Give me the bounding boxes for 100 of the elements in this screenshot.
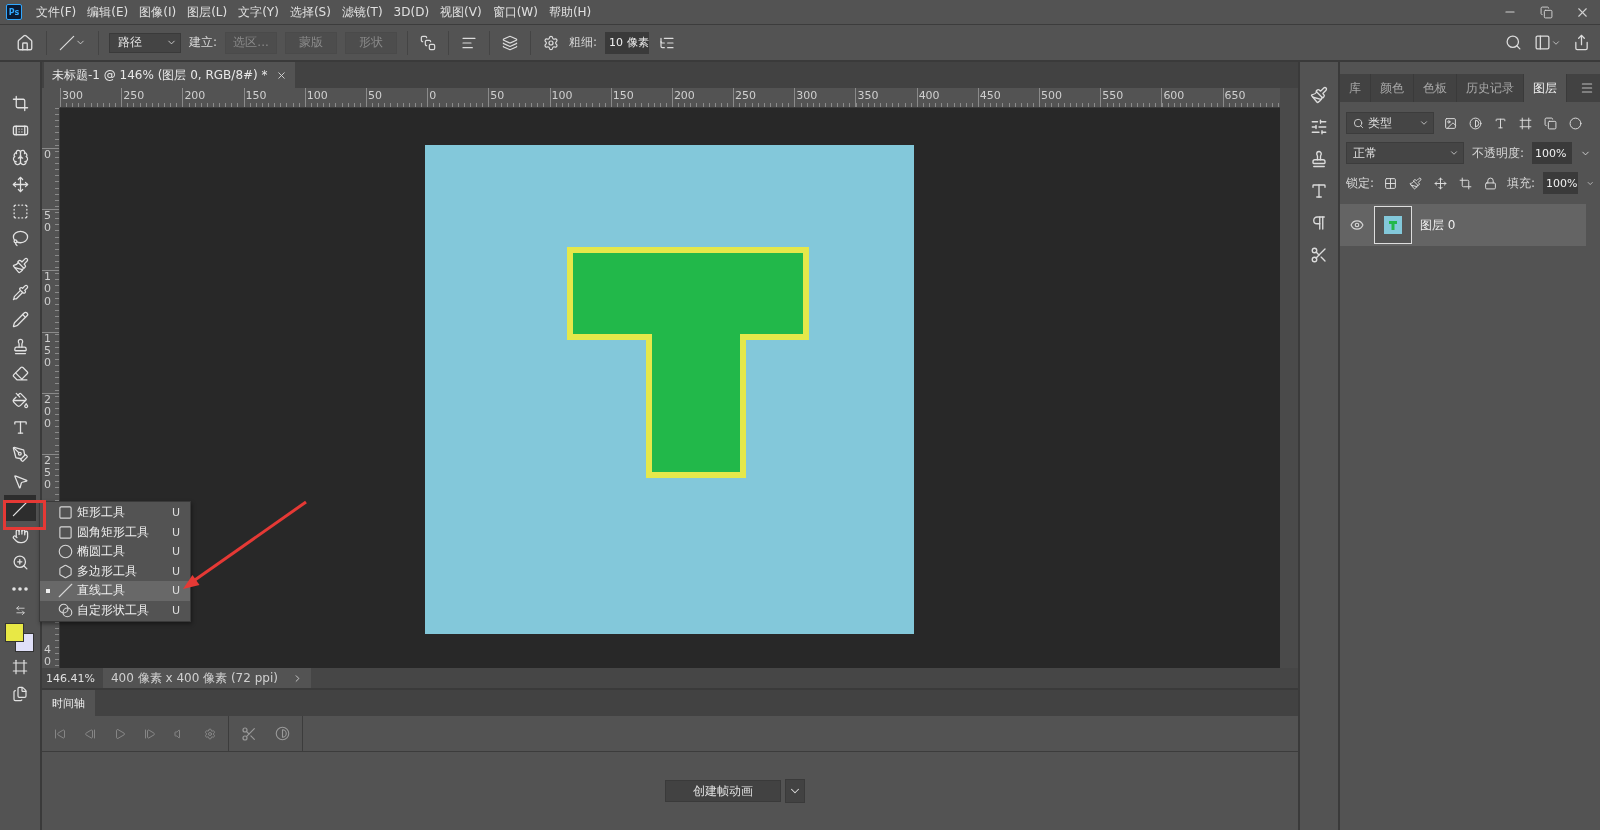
fill-field[interactable]: 100% (1543, 172, 1578, 194)
ruler-label: 250 (734, 88, 757, 104)
ruler-label: 200 (44, 393, 51, 431)
fill-label: 填充: (1507, 174, 1536, 192)
ruler-label: 200 (183, 88, 206, 104)
panel-icon[interactable] (1534, 34, 1551, 51)
pen-icon[interactable] (11, 445, 29, 463)
pencil-icon[interactable] (11, 310, 29, 328)
search-icon[interactable] (1353, 117, 1364, 129)
ruler-label: 0 (44, 149, 51, 162)
app-logo: Ps (6, 4, 22, 20)
color-swatches[interactable] (5, 623, 35, 653)
create-frame-animation-button[interactable]: 创建帧动画 (665, 780, 781, 802)
ruler-label: 250 (44, 454, 51, 492)
layer-thumbnail (1384, 216, 1402, 234)
shortcut-key: U (171, 584, 180, 598)
menu-item[interactable]: 编辑(E) (87, 3, 129, 21)
blend-mode-select[interactable]: 正常 (1346, 142, 1464, 164)
brush-icon[interactable] (11, 256, 29, 274)
panel-tab[interactable]: 图层 (1524, 74, 1567, 102)
menu-item[interactable]: 图层(L) (187, 3, 228, 21)
ruler-label: 650 (1223, 88, 1246, 104)
ruler-label: 300 (61, 88, 83, 104)
blend-mode-value: 正常 (1353, 144, 1377, 162)
layer-name: 图层 0 (1420, 216, 1456, 234)
pointer-icon[interactable] (11, 472, 29, 490)
ruler-label: 100 (305, 88, 328, 104)
menu-item[interactable]: 选择(S) (289, 3, 331, 21)
menu-item[interactable]: 滤镜(T) (341, 3, 383, 21)
opacity-field[interactable]: 100% (1532, 142, 1573, 164)
restore-icon[interactable] (1539, 5, 1553, 19)
paint-bucket-icon[interactable] (11, 391, 29, 409)
shortcut-key: U (171, 564, 180, 578)
close-icon[interactable] (275, 69, 287, 81)
document-tab[interactable]: 未标题-1 @ 146% (图层 0, RGB/8#) * (44, 62, 295, 88)
ellipse-icon (58, 544, 73, 560)
stamp-icon[interactable] (11, 337, 29, 355)
shortcut-key: U (171, 545, 180, 559)
more-icon[interactable] (12, 587, 28, 591)
filter-select[interactable]: 类型 (1346, 112, 1434, 134)
menu-item-label: 矩形工具 (77, 504, 126, 522)
rectangle-icon (58, 505, 73, 521)
lock-label: 锁定: (1346, 174, 1375, 192)
ruler-label: 50 (366, 88, 382, 104)
opacity-label: 不透明度: (1472, 144, 1525, 162)
menu-item[interactable]: 矩形工具 U (40, 503, 190, 523)
hexagon-icon (58, 563, 73, 579)
ruler-label: 200 (672, 88, 695, 104)
menu-item[interactable]: 图像(I) (139, 3, 177, 21)
ruler-label: 50 (44, 210, 51, 235)
menu-item[interactable]: 椭圆工具 U (40, 542, 190, 562)
menu-item[interactable]: 多边形工具 U (40, 561, 190, 581)
ruler-label: 350 (856, 88, 879, 104)
menu-item[interactable]: 帮助(H) (548, 3, 592, 21)
eye-icon[interactable] (1350, 218, 1364, 232)
ruler-label: 150 (611, 88, 634, 104)
layer-row[interactable]: 图层 0 (1340, 204, 1586, 246)
crop-icon[interactable] (11, 94, 29, 112)
menu-item[interactable]: 文件(F) (36, 3, 77, 21)
lasso-icon[interactable] (11, 229, 29, 247)
stacked-pages-icon[interactable] (12, 686, 28, 702)
zoom-icon[interactable] (11, 553, 29, 571)
weight-field[interactable]: 10 像素 (605, 31, 650, 54)
highlight-frame (3, 500, 46, 530)
tool-mode-select[interactable]: 路径 (109, 32, 181, 53)
ruler-label: 400 (917, 88, 940, 104)
eraser-icon[interactable] (11, 364, 29, 382)
ruler-label: 50 (489, 88, 505, 104)
document-title: 未标题-1 @ 146% (图层 0, RGB/8#) * (52, 66, 268, 84)
line-icon (58, 583, 73, 599)
eyedropper-icon[interactable] (11, 283, 29, 301)
marquee-icon[interactable] (11, 202, 29, 220)
menu-item-label: 多边形工具 (77, 562, 138, 580)
brain-icon[interactable] (11, 148, 29, 166)
menu-item-label: 圆角矩形工具 (77, 523, 150, 541)
shortcut-key: U (171, 525, 180, 539)
dropdown-button[interactable] (785, 779, 805, 803)
chevron-down-icon[interactable] (1419, 118, 1429, 128)
menu-item[interactable]: 窗口(W) (492, 3, 538, 21)
shortcut-key: U (171, 603, 180, 617)
type-icon[interactable] (11, 418, 29, 436)
move-icon[interactable] (11, 175, 29, 193)
tool-mode-value: 路径 (118, 34, 142, 51)
menu-item[interactable]: 圆角矩形工具 U (40, 522, 190, 542)
ruler-label: 40 (44, 643, 51, 668)
document-info: 400 像素 x 400 像素 (72 ppi) (110, 669, 278, 687)
line-icon[interactable] (59, 34, 75, 51)
menu-item-label: 自定形状工具 (77, 601, 150, 619)
zoom-level: 146.41% (45, 671, 96, 685)
menu-item[interactable]: 3D(D) (393, 5, 430, 19)
ruler-label: 100 (44, 271, 51, 308)
menu-item[interactable]: 直线工具 U (40, 581, 190, 601)
menu-item-label: 椭圆工具 (77, 543, 126, 561)
menu-icon[interactable] (1580, 81, 1594, 95)
menu-item[interactable]: 视图(V) (440, 3, 482, 21)
chevron-down-icon[interactable] (1449, 148, 1459, 158)
timeline-tab[interactable]: 时间轴 (42, 690, 95, 716)
menu-item[interactable]: 自定形状工具 U (40, 600, 190, 620)
ruler-label: 450 (978, 88, 1001, 104)
menu-item[interactable]: 文字(Y) (238, 3, 279, 21)
